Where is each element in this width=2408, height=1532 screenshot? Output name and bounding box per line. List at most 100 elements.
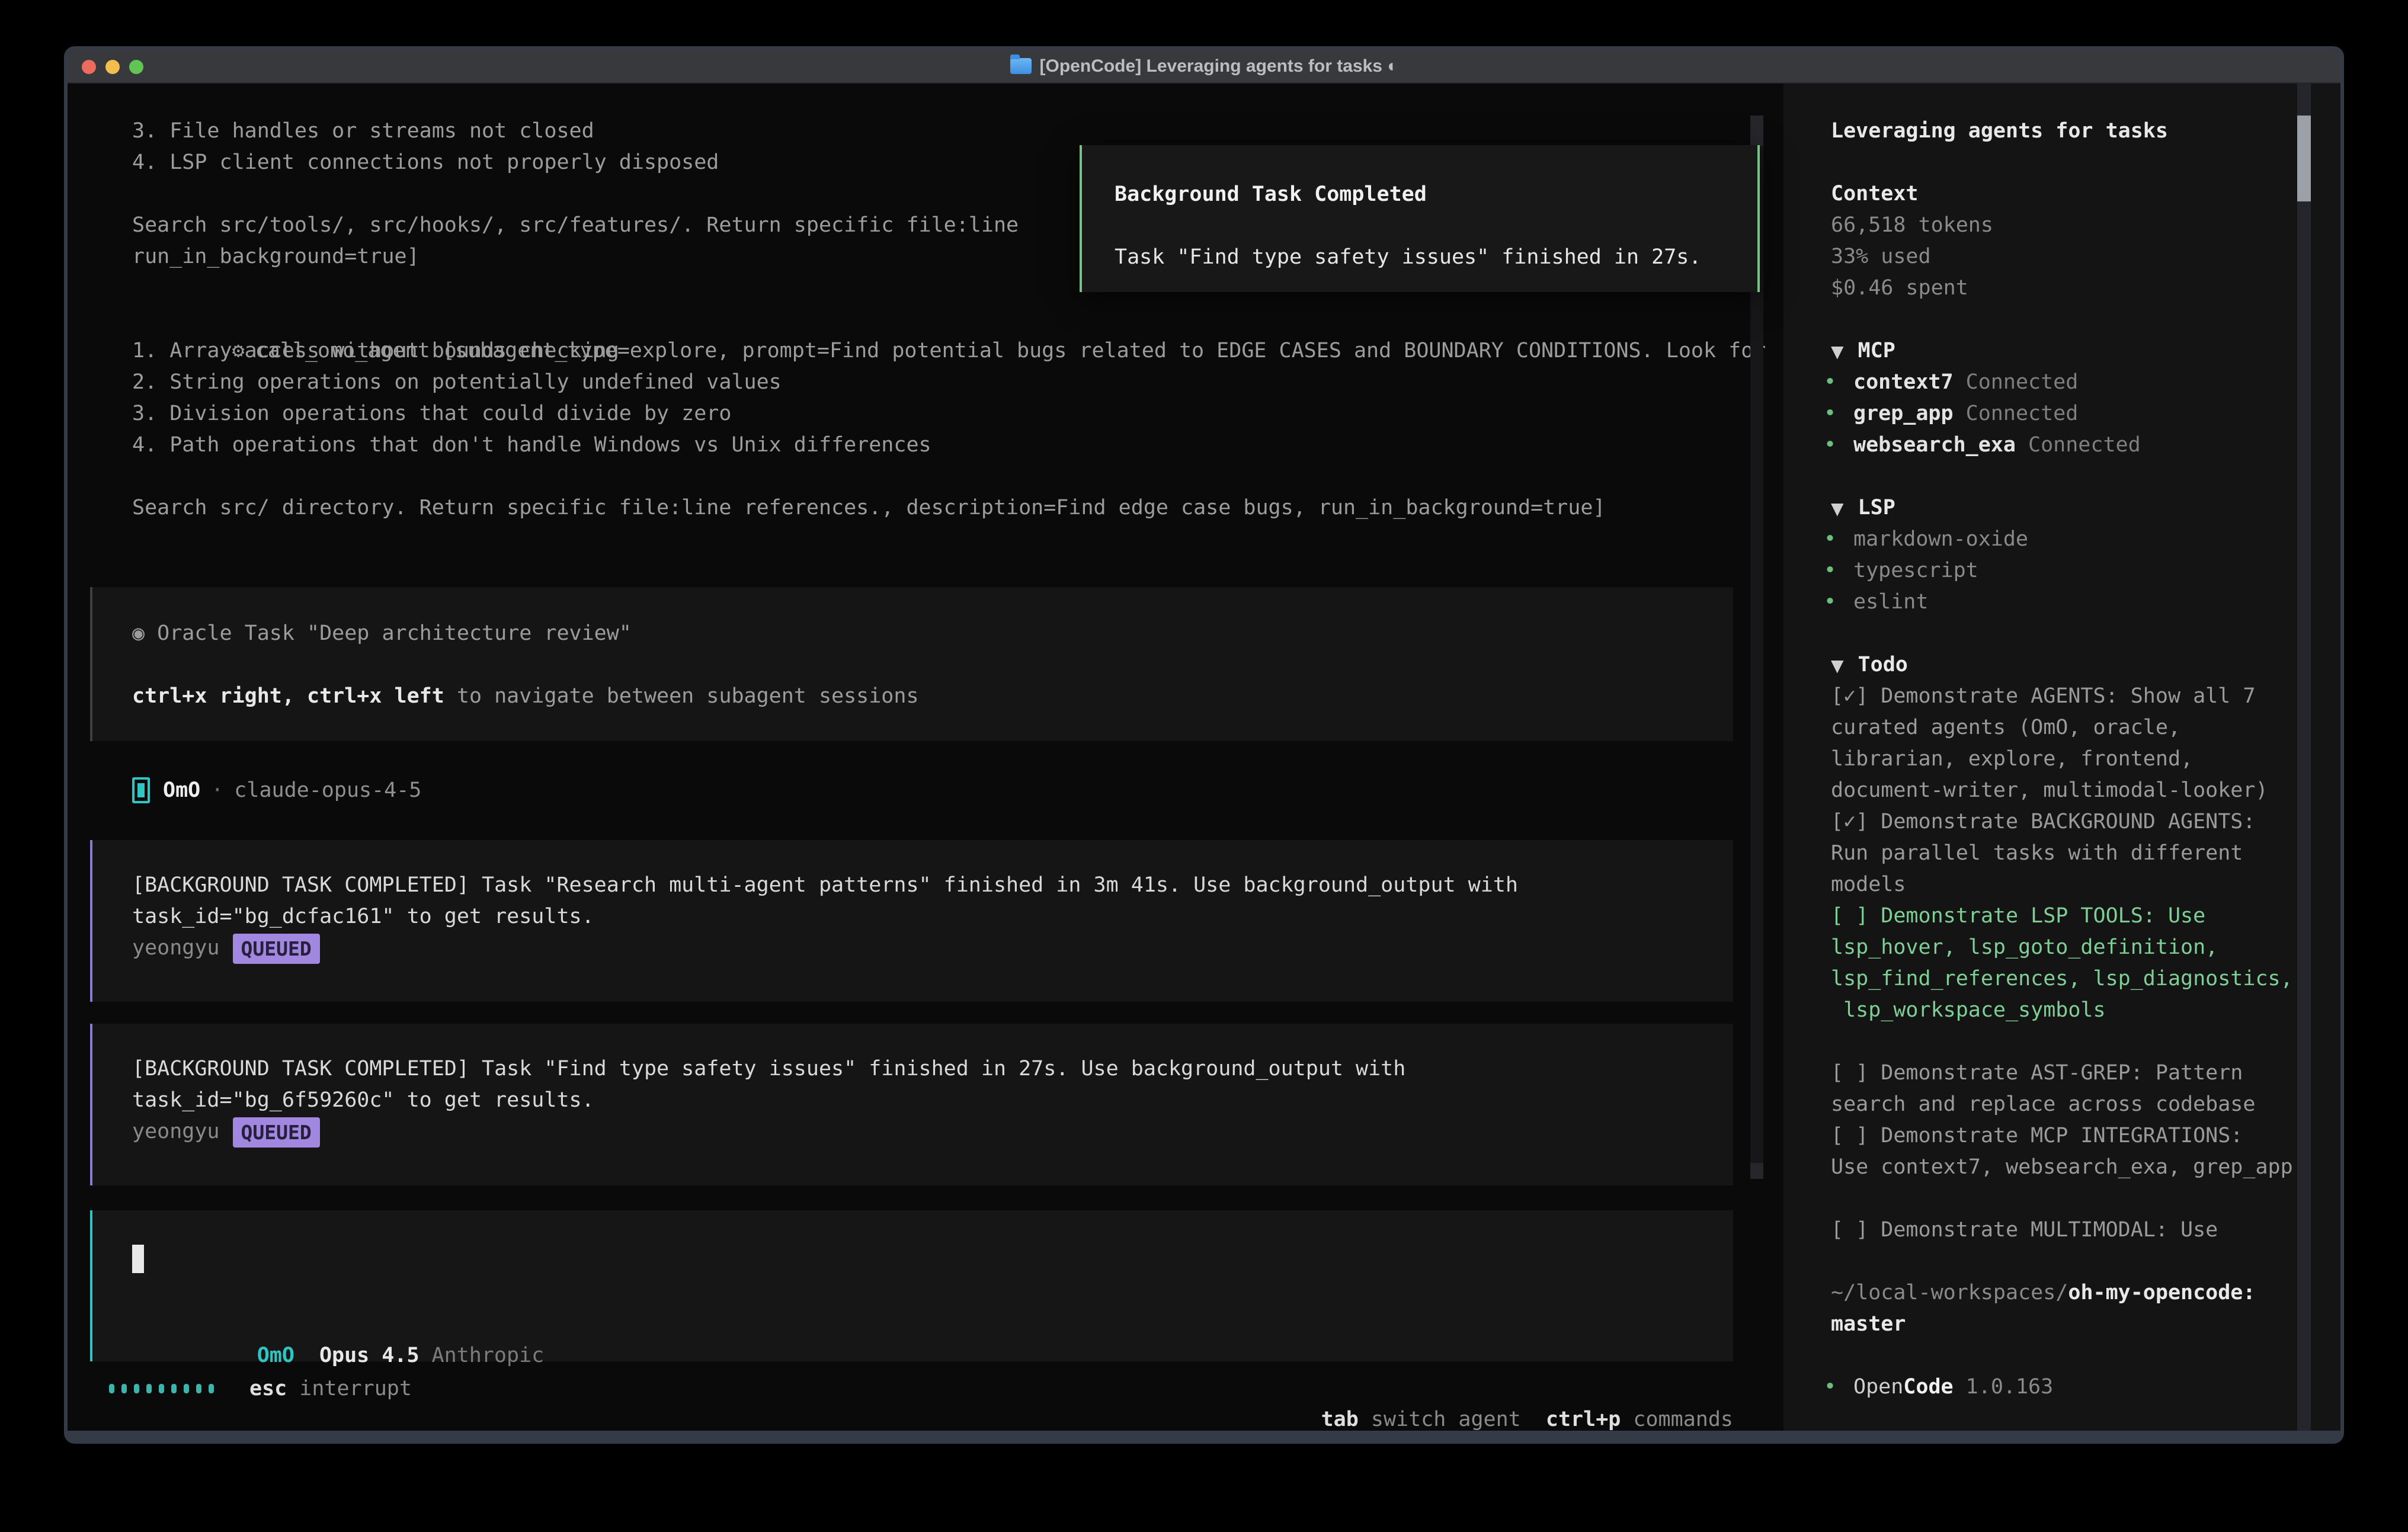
todo-item-line: [✓] Demonstrate BACKGROUND AGENTS: (1831, 806, 2340, 838)
agent-name: OmO (163, 778, 200, 802)
todo-item-line: librarian, explore, frontend, (1831, 743, 2340, 775)
status-bar: esc interrupt tab switch agent ctrl+p co… (68, 1373, 1783, 1404)
scrollback-line: Search src/ directory. Return specific f… (132, 492, 1605, 524)
todo-item-line: lsp_hover, lsp_goto_definition, (1831, 932, 2340, 963)
tab-key-hint: tab (1321, 1408, 1359, 1431)
chat-pane[interactable]: 3. File handles or streams not closed 4.… (68, 84, 1783, 1431)
message-line: [BACKGROUND TASK COMPLETED] Task "Find t… (132, 1053, 1733, 1085)
prompt-input[interactable]: OmOOpus 4.5Anthropic (90, 1210, 1733, 1361)
status-dot-icon: • (1824, 586, 1853, 618)
tool-call-line: ⚙call_omo_agent [subagent_type=explore, … (132, 304, 1766, 335)
context-heading: Context (1831, 178, 2340, 210)
lsp-item-markdown-oxide: •markdown-oxide (1831, 524, 2340, 555)
scrollback-line: 4. LSP client connections not properly d… (132, 147, 1019, 178)
message-line: task_id="bg_dcfac161" to get results. (132, 901, 1733, 932)
version-line: •OpenCode 1.0.163 (1831, 1371, 2340, 1403)
text-cursor (132, 1245, 144, 1273)
oracle-task-title: ◉ Oracle Task "Deep architecture review" (132, 618, 1733, 649)
todo-item-line: curated agents (OmO, oracle, (1831, 712, 2340, 743)
lsp-item-eslint: •eslint (1831, 586, 2340, 618)
todo-item-line: [ ] Demonstrate AST-GREP: Pattern (1831, 1057, 2340, 1089)
message-line: [BACKGROUND TASK COMPLETED] Task "Resear… (132, 870, 1733, 901)
traffic-lights (82, 50, 143, 84)
agent-icon (132, 777, 150, 803)
status-dot-icon: • (1824, 430, 1853, 461)
oracle-icon: ◉ (132, 621, 145, 645)
context-used: 33% used (1831, 241, 2340, 273)
scrollback-line: 1. Array access without bounds checking (132, 335, 931, 367)
session-sidebar[interactable]: Leveraging agents for tasks Context 66,5… (1783, 84, 2340, 1431)
status-dot-icon: • (1824, 524, 1853, 555)
zoom-button[interactable] (129, 60, 143, 74)
active-model-label: Opus 4.5 (319, 1344, 420, 1367)
esc-key-label (287, 1377, 299, 1400)
window-titlebar[interactable]: [OpenCode] Leveraging agents for tasks ◐ (68, 50, 2340, 84)
todo-item-line: [ ] Demonstrate LSP TOOLS: Use (1831, 900, 2340, 932)
scrollback-block-2: 1. Array access without bounds checking … (132, 335, 931, 461)
ctrlp-key-label: commands (1621, 1408, 1733, 1431)
context-tokens: 66,518 tokens (1831, 210, 2340, 241)
esc-key-hint: esc (249, 1377, 287, 1400)
mcp-item-grep-app: •grep_app Connected (1831, 398, 2340, 430)
scrollback-block-1: 3. File handles or streams not closed 4.… (132, 116, 1019, 273)
scrollback-line: 2. String operations on potentially unde… (132, 367, 931, 398)
todo-section-header[interactable]: ▼Todo (1831, 649, 2340, 681)
chevron-down-icon: ▼ (1831, 499, 1844, 518)
sidebar-scrollbar[interactable] (2297, 84, 2311, 1431)
tab-key-label: switch agent (1359, 1408, 1521, 1431)
agent-model: claude-opus-4-5 (234, 778, 421, 802)
status-dot-icon: • (1824, 398, 1853, 430)
oracle-task-box: ◉ Oracle Task "Deep architecture review"… (90, 587, 1733, 741)
workspace-branch: master (1831, 1309, 2340, 1340)
scrollback-line: 3. File handles or streams not closed (132, 116, 1019, 147)
todo-item-line: [ ] Demonstrate MCP INTEGRATIONS: (1831, 1120, 2340, 1152)
terminal-content: 3. File handles or streams not closed 4.… (68, 84, 2340, 1431)
todo-item-line: document-writer, multimodal-looker) (1831, 775, 2340, 806)
scrollback-line: 3. Division operations that could divide… (132, 398, 931, 430)
mcp-item-websearch-exa: •websearch_exa Connected (1831, 430, 2340, 461)
scrollback-line (132, 178, 1019, 210)
workspace-path: ~/local-workspaces/oh-my-opencode: (1831, 1277, 2340, 1309)
todo-item-line: [✓] Demonstrate AGENTS: Show all 7 (1831, 681, 2340, 712)
scrollback-line: Search src/tools/, src/hooks/, src/featu… (132, 210, 1019, 241)
model-info-line: OmOOpus 4.5Anthropic (132, 1309, 1733, 1340)
mcp-section-header[interactable]: ▼MCP (1831, 335, 2340, 367)
author-name: yeongyu (132, 936, 220, 960)
message-meta: yeongyu QUEUED (132, 932, 1733, 964)
todo-item-line: search and replace across codebase (1831, 1089, 2340, 1120)
folder-icon (1010, 58, 1032, 74)
close-button[interactable] (82, 60, 96, 74)
session-title: Leveraging agents for tasks (1831, 116, 2340, 147)
message-background-task-2: [BACKGROUND TASK COMPLETED] Task "Find t… (90, 1024, 1733, 1185)
separator-dot: · (211, 778, 223, 802)
status-badge: QUEUED (233, 934, 320, 964)
todo-item-line: [ ] Demonstrate MULTIMODAL: Use (1831, 1214, 2340, 1246)
scrollback-line: 4. Path operations that don't handle Win… (132, 430, 931, 461)
todo-item-line: lsp_workspace_symbols (1831, 995, 2340, 1026)
sidebar-scrollbar-thumb[interactable] (2297, 116, 2311, 201)
chat-scrollbar-thumb[interactable] (1750, 116, 1763, 146)
notification-body: Task "Find type safety issues" finished … (1115, 242, 1757, 273)
todo-item-line: Use context7, websearch_exa, grep_app (1831, 1152, 2340, 1183)
agent-header: OmO · claude-opus-4-5 (132, 774, 421, 806)
provider-label: Anthropic (432, 1344, 545, 1367)
chevron-down-icon: ▼ (1831, 342, 1844, 361)
message-meta: yeongyu QUEUED (132, 1116, 1733, 1148)
status-dot-icon: • (1824, 555, 1853, 586)
scrollback-line: run_in_background=true] (132, 241, 1019, 273)
status-dot-icon: • (1824, 1371, 1853, 1403)
ctrlp-key-hint: ctrl+p (1546, 1408, 1621, 1431)
message-line: task_id="bg_6f59260c" to get results. (132, 1085, 1733, 1116)
todo-item-line: models (1831, 869, 2340, 900)
author-name: yeongyu (132, 1120, 220, 1143)
lsp-section-header[interactable]: ▼LSP (1831, 492, 2340, 524)
window-title: [OpenCode] Leveraging agents for tasks ◐ (68, 56, 2340, 76)
toast-notification[interactable]: Background Task Completed Task "Find typ… (1080, 145, 1760, 292)
message-background-task-1: [BACKGROUND TASK COMPLETED] Task "Resear… (90, 840, 1733, 1002)
mcp-item-context7: •context7 Connected (1831, 367, 2340, 398)
chevron-down-icon: ▼ (1831, 656, 1844, 675)
progress-spinner (109, 1384, 214, 1393)
subagent-nav-hint: ctrl+x right, ctrl+x left to navigate be… (132, 681, 1733, 712)
status-badge: QUEUED (233, 1117, 320, 1148)
minimize-button[interactable] (105, 60, 120, 74)
